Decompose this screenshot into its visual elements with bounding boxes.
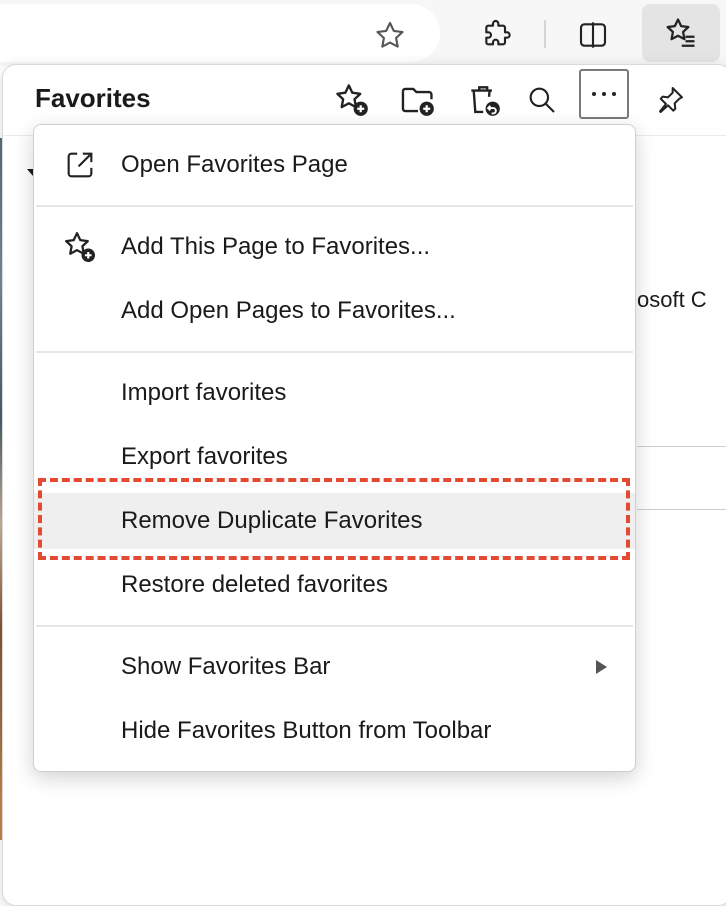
menu-item-label: Open Favorites Page: [121, 151, 348, 178]
more-icon[interactable]: [579, 69, 629, 119]
deleted-favorites-icon[interactable]: [461, 77, 507, 123]
browser-toolbar: [0, 0, 726, 66]
menu-item-restore-deleted-favorites[interactable]: Restore deleted favorites: [34, 557, 635, 613]
menu-item-import-favorites[interactable]: Import favorites: [34, 365, 635, 421]
menu-separator: [36, 625, 633, 627]
star-outline-icon[interactable]: [368, 14, 412, 58]
menu-item-label: Hide Favorites Button from Toolbar: [121, 717, 492, 744]
menu-item-export-favorites[interactable]: Export favorites: [34, 429, 635, 485]
favorites-icon[interactable]: [642, 4, 720, 62]
menu-item-label: Add This Page to Favorites...: [121, 233, 431, 260]
menu-item-add-open-pages[interactable]: Add Open Pages to Favorites...: [34, 283, 635, 339]
menu-item-label: Restore deleted favorites: [121, 571, 388, 598]
menu-item-open-favorites-page[interactable]: Open Favorites Page: [34, 137, 635, 193]
open-external-icon: [62, 147, 98, 183]
background-divider: [637, 509, 726, 510]
background-favorite-fragment: osoft C: [637, 287, 707, 312]
background-divider: [637, 446, 726, 447]
search-icon[interactable]: [519, 77, 565, 123]
menu-item-label: Show Favorites Bar: [121, 653, 331, 680]
menu-item-label: Export favorites: [121, 443, 288, 470]
menu-item-hide-favorites-button[interactable]: Hide Favorites Button from Toolbar: [34, 703, 635, 759]
menu-item-label: Remove Duplicate Favorites: [121, 507, 423, 534]
menu-item-label: Import favorites: [121, 379, 287, 406]
add-favorite-icon: [62, 229, 98, 265]
menu-item-show-favorites-bar[interactable]: Show Favorites Bar: [34, 639, 635, 695]
menu-item-add-this-page[interactable]: Add This Page to Favorites...: [34, 219, 635, 275]
menu-item-remove-duplicate-favorites[interactable]: Remove Duplicate Favorites: [34, 493, 635, 549]
add-folder-icon[interactable]: [395, 77, 441, 123]
split-screen-icon[interactable]: [570, 12, 616, 58]
menu-separator: [36, 205, 633, 207]
extensions-icon[interactable]: [474, 12, 520, 58]
favorites-more-menu: Open Favorites Page Add This Page to Fav…: [33, 124, 636, 772]
panel-title: Favorites: [35, 83, 151, 113]
submenu-arrow-icon: [596, 660, 607, 674]
menu-separator: [36, 351, 633, 353]
pin-icon[interactable]: [647, 77, 693, 123]
menu-item-label: Add Open Pages to Favorites...: [121, 297, 456, 324]
add-favorite-icon[interactable]: [329, 77, 375, 123]
toolbar-divider: [544, 20, 546, 48]
